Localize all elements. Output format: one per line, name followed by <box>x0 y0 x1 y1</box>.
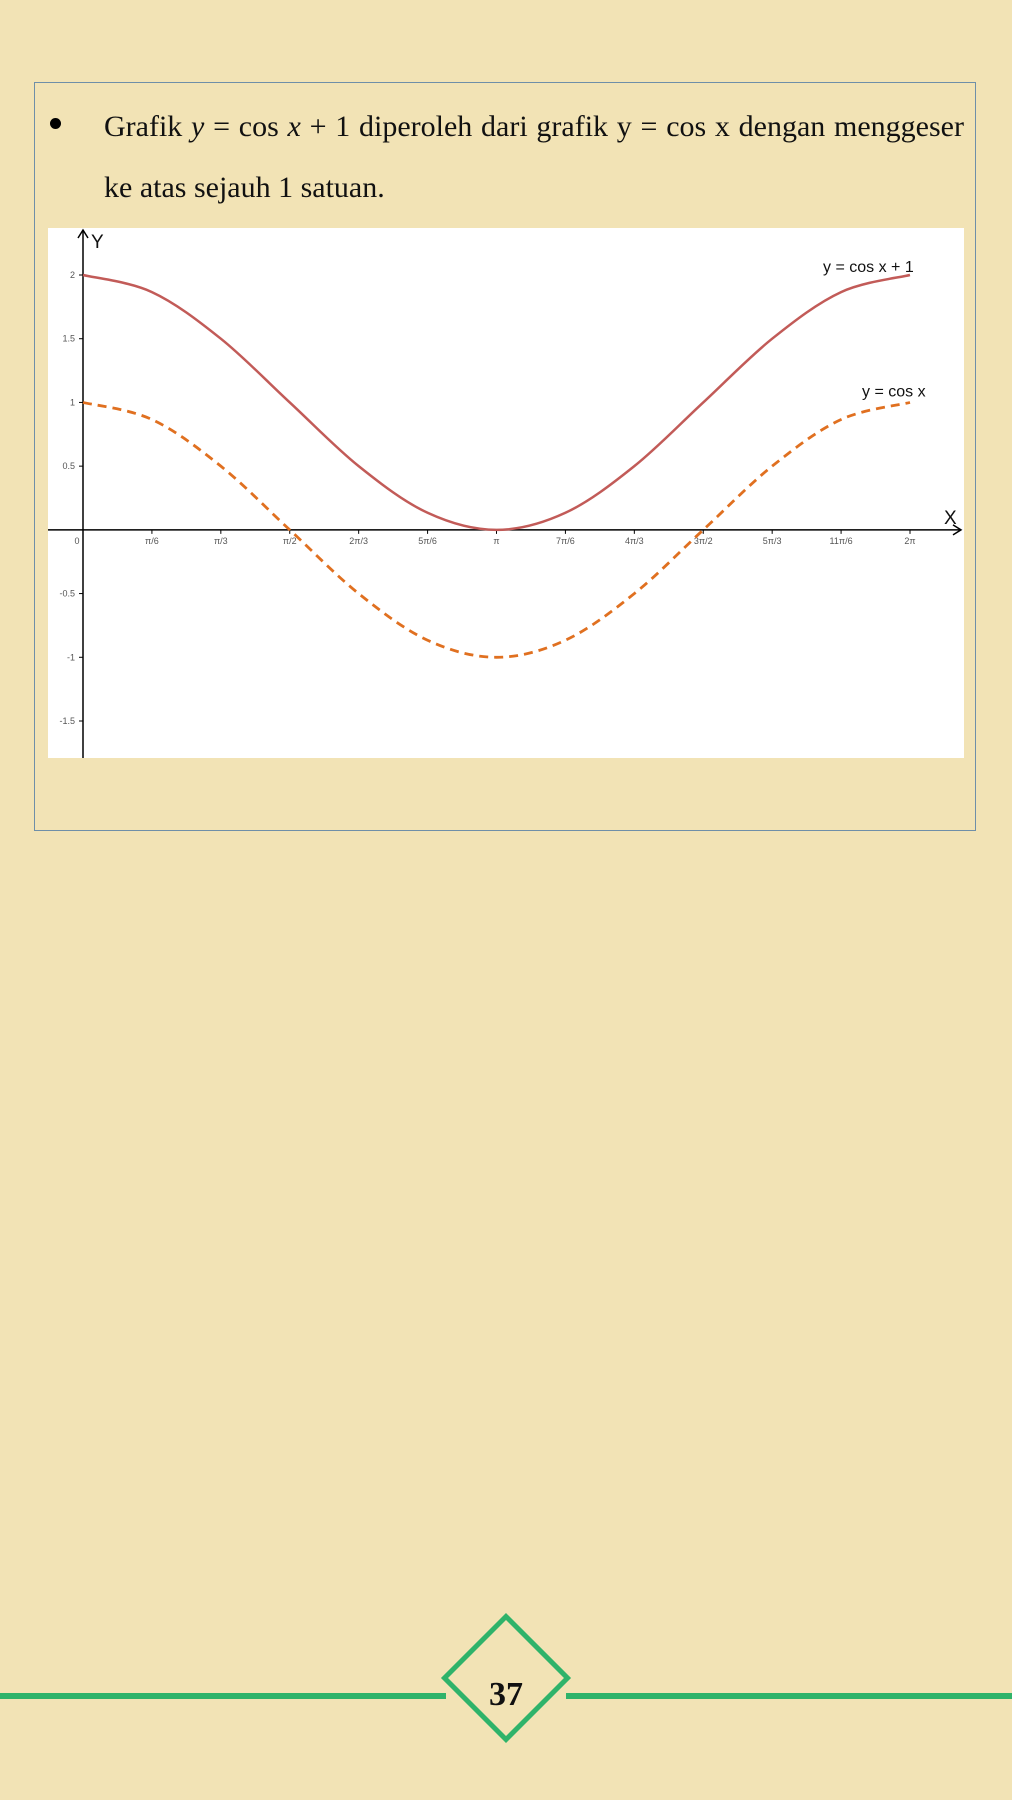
x-tick-label: π <box>493 536 499 546</box>
x-tick-label: π/2 <box>283 536 297 546</box>
y-tick-label: -1 <box>67 652 75 662</box>
equation-rest: + 1 <box>300 110 351 143</box>
footer-line-right <box>566 1693 1012 1699</box>
footer-line-left <box>0 1693 446 1699</box>
x-tick-label: 7π/6 <box>556 536 575 546</box>
y-axis-label: Y <box>91 232 104 253</box>
x-tick-label: π/6 <box>145 536 159 546</box>
x-axis-label: X <box>944 508 957 529</box>
equation-eq: = cos <box>204 110 288 143</box>
x-tick-label: π/3 <box>214 536 228 546</box>
page-number: 37 <box>489 1676 523 1713</box>
y-tick-label: 0.5 <box>62 461 75 471</box>
series-layer <box>82 273 911 659</box>
y-tick-label: -0.5 <box>59 589 75 599</box>
y-tick-label: 1.5 <box>62 334 75 344</box>
cosine-chart-svg: 0 π/6 π/3 π/2 2π/3 5π/6 π 7π/6 4π/3 3π/2 5π/3 11π/6… <box>48 228 963 758</box>
y-tick-label: 1 <box>70 397 75 407</box>
cosine-graph: 0 π/6 π/3 π/2 2π/3 5π/6 π 7π/6 4π/3 3π/2 5π/3 11π/6… <box>48 228 964 758</box>
bullet-paragraph: Grafik y = cos x + 1 diperoleh dari graf… <box>104 96 964 218</box>
x-tick-label: 5π/6 <box>418 536 437 546</box>
equation: y = cos x + 1 <box>191 110 350 143</box>
x-tick-label: 5π/3 <box>763 536 782 546</box>
equation-x: x <box>287 110 301 143</box>
bullet-icon <box>50 118 61 129</box>
x-tick-label: 2π/3 <box>349 536 368 546</box>
series-label-cos-x: y = cos x <box>862 383 926 400</box>
x-tick-label: 0 <box>74 536 79 546</box>
x-tick-label: 2π <box>904 536 915 546</box>
equation-y: y <box>191 110 205 143</box>
x-tick-label: 4π/3 <box>625 536 644 546</box>
series-line-cos-x-plus-1 <box>82 273 911 532</box>
series-label-cos-x-plus-1: y = cos x + 1 <box>823 259 914 276</box>
y-tick-label: -1.5 <box>59 716 75 726</box>
x-tick-label: 11π/6 <box>830 536 853 546</box>
y-tick-label: 2 <box>70 270 75 280</box>
word-grafik: Grafik <box>104 110 183 143</box>
